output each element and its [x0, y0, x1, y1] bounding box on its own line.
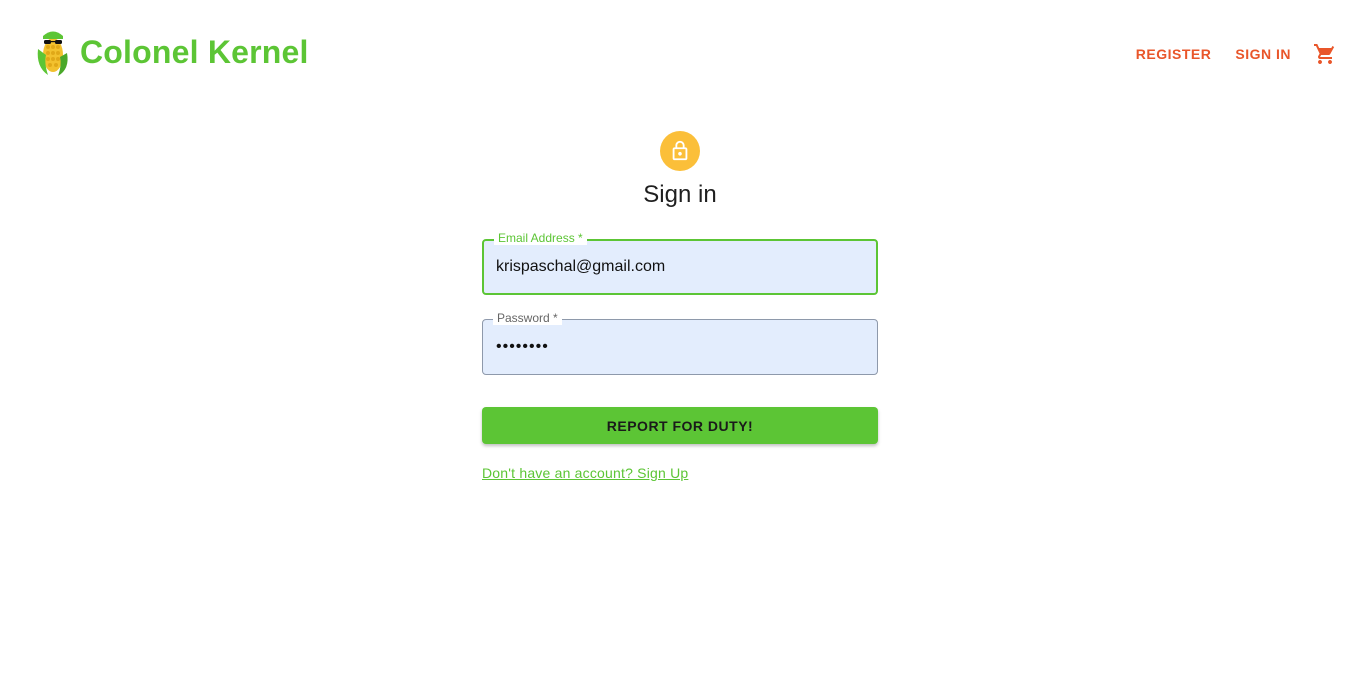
- password-field[interactable]: Password *: [482, 311, 878, 375]
- page-title: Sign in: [643, 181, 717, 208]
- register-link[interactable]: REGISTER: [1124, 42, 1224, 66]
- password-input[interactable]: [496, 320, 866, 374]
- app-header: Colonel Kernel REGISTER SIGN IN: [0, 0, 1353, 108]
- email-input[interactable]: [496, 241, 866, 293]
- sign-up-link[interactable]: Don't have an account? Sign Up: [482, 465, 688, 481]
- sign-in-link[interactable]: SIGN IN: [1223, 42, 1303, 66]
- submit-button[interactable]: REPORT FOR DUTY!: [482, 407, 878, 444]
- brand-home-link[interactable]: Colonel Kernel: [34, 27, 309, 77]
- lock-icon: [672, 140, 688, 161]
- sign-in-form: Sign in Email Address * Password * REPOR…: [482, 131, 878, 483]
- lock-avatar: [660, 131, 700, 171]
- top-nav: REGISTER SIGN IN: [1124, 42, 1337, 66]
- shopping-cart-icon[interactable]: [1313, 42, 1337, 66]
- brand-name: Colonel Kernel: [80, 33, 309, 70]
- corn-mascot-logo: [37, 31, 68, 76]
- email-field[interactable]: Email Address *: [482, 231, 878, 295]
